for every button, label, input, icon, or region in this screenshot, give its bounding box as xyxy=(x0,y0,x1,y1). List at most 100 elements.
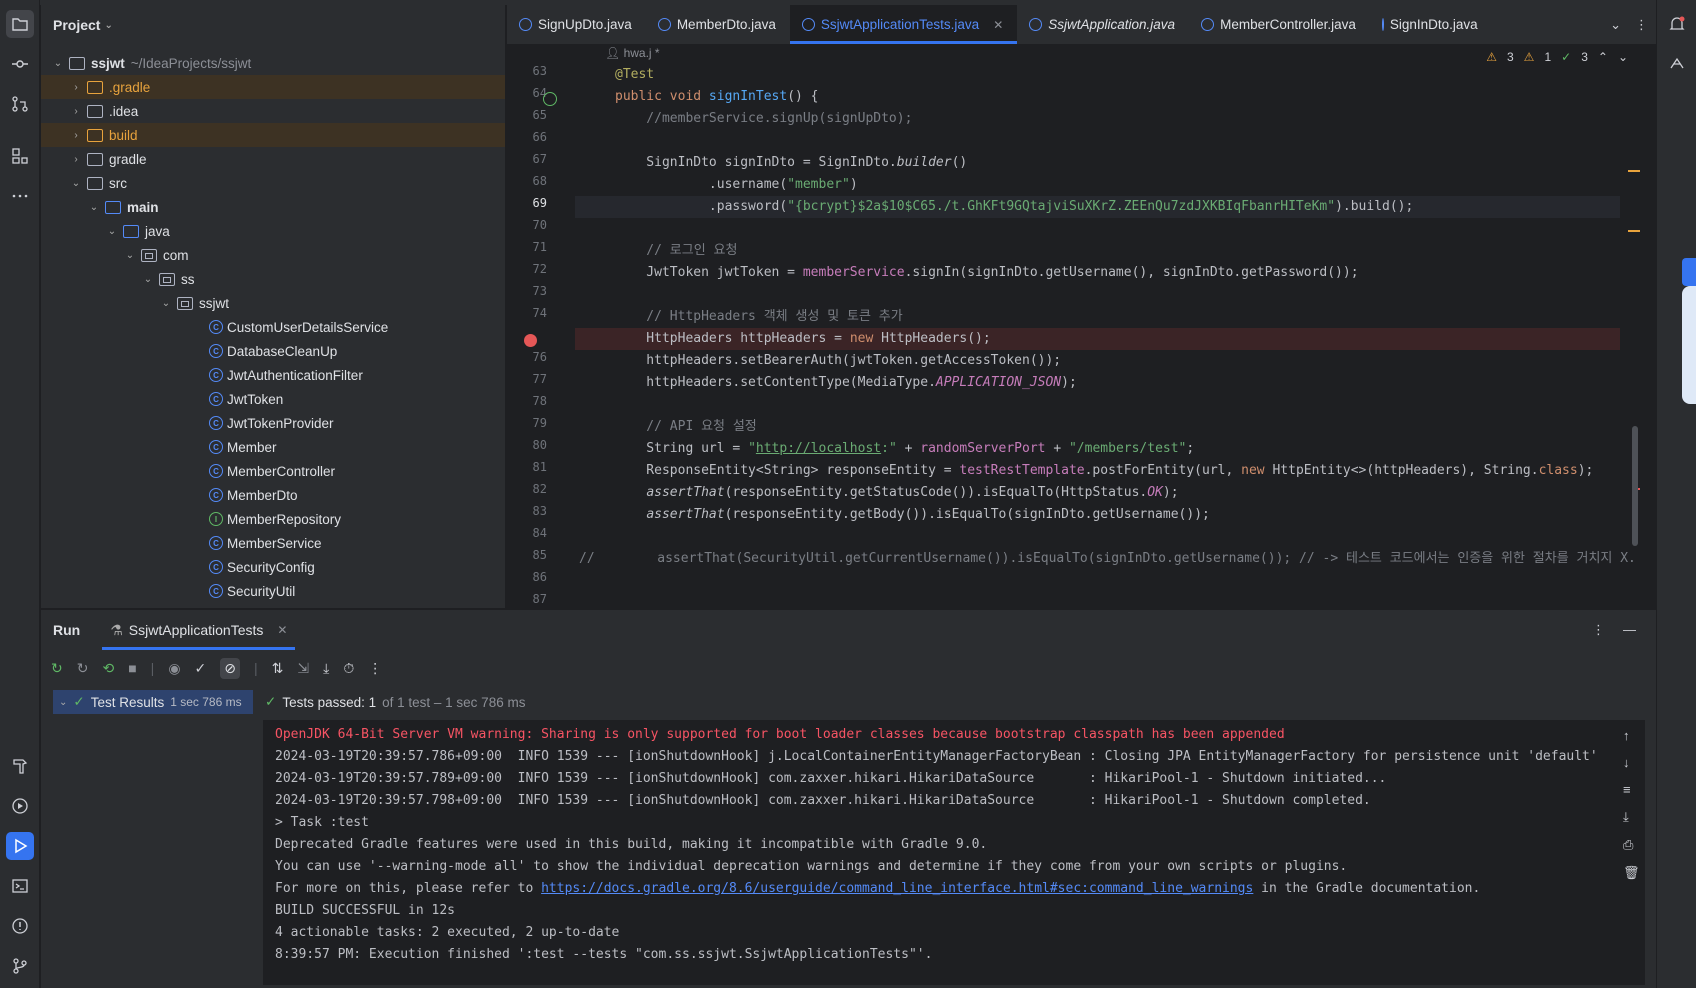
git-branch-icon[interactable] xyxy=(6,952,34,980)
module-path: ~/IdeaProjects/ssjwt xyxy=(130,55,252,71)
editor-tab[interactable]: SignUpDto.java xyxy=(507,5,646,44)
tree-row-class[interactable]: C MemberController xyxy=(41,459,505,483)
chevron-down-icon[interactable]: ⌄ xyxy=(69,178,83,189)
tree-row-package[interactable]: ⌄ ss xyxy=(41,267,505,291)
trash-icon[interactable]: 🗑︎ xyxy=(1623,865,1640,881)
arrow-down-icon[interactable]: ↓ xyxy=(1623,755,1640,770)
test-results-row[interactable]: ⌄ ✓ Test Results 1 sec 786 ms xyxy=(53,690,253,714)
chevron-down-icon[interactable]: ⌄ xyxy=(141,274,155,285)
export-icon[interactable]: ⤓ xyxy=(323,660,329,677)
tree-row-class[interactable]: C MemberService xyxy=(41,531,505,555)
tree-row-class[interactable]: C MemberDto xyxy=(41,483,505,507)
editor-tab[interactable]: MemberController.java xyxy=(1189,5,1370,44)
class-icon xyxy=(1201,18,1215,31)
rerun-failed-icon[interactable]: ↻ xyxy=(77,660,89,677)
stop-icon[interactable]: ■ xyxy=(128,660,136,676)
console-output[interactable]: OpenJDK 64-Bit Server VM warning: Sharin… xyxy=(263,720,1645,985)
editor-tab[interactable]: SignInDto.java xyxy=(1370,5,1490,44)
run-tool-icon[interactable] xyxy=(6,832,34,860)
more-vertical-icon[interactable]: ⋮ xyxy=(1635,17,1648,33)
editor-tab[interactable]: SsjwtApplication.java xyxy=(1017,5,1189,44)
code-line: // HttpHeaders 객체 생성 및 토큰 추가 xyxy=(615,309,903,324)
tree-row-folder[interactable]: › gradle xyxy=(41,147,505,171)
chevron-right-icon[interactable]: › xyxy=(69,154,83,165)
project-tool-folder-icon[interactable] xyxy=(6,10,34,38)
ai-assistant-icon[interactable] xyxy=(1663,50,1691,78)
problems-icon[interactable] xyxy=(6,912,34,940)
code-area[interactable]: @Test public void signInTest() { //membe… xyxy=(575,46,1636,608)
tree-row-interface[interactable]: I MemberRepository xyxy=(41,507,505,531)
chevron-down-icon[interactable]: ⌄ xyxy=(104,20,112,31)
tree-row-class[interactable]: C JwtToken xyxy=(41,387,505,411)
show-passed-check-icon[interactable]: ✓ xyxy=(195,660,207,677)
commit-tool-icon[interactable] xyxy=(6,50,34,78)
tree-row-class[interactable]: C DatabaseCleanUp xyxy=(41,339,505,363)
rerun-automatically-icon[interactable]: ⟲ xyxy=(102,660,114,677)
tree-row-folder[interactable]: › .idea xyxy=(41,99,505,123)
close-tab-icon[interactable]: ✕ xyxy=(993,18,1003,32)
run-config-tab[interactable]: ⚗ SsjwtApplicationTests ✕ xyxy=(102,610,296,650)
console-line: You can use '--warning-mode all' to show… xyxy=(275,859,1348,874)
tree-row-class[interactable]: C SecurityConfig xyxy=(41,555,505,579)
class-icon: C xyxy=(209,344,223,358)
eye-icon[interactable]: ◉ xyxy=(168,660,180,677)
warning-stripe-marker[interactable] xyxy=(1628,230,1640,232)
line-number: 65 xyxy=(532,108,547,122)
soft-wrap-icon[interactable]: ≡ xyxy=(1623,782,1640,797)
editor-scrollbar[interactable] xyxy=(1632,426,1638,546)
tree-row-class[interactable]: C JwtAuthenticationFilter xyxy=(41,363,505,387)
run-test-gutter-icon[interactable] xyxy=(543,92,557,106)
tree-row-package[interactable]: ⌄ ssjwt xyxy=(41,291,505,315)
chevron-down-icon[interactable]: ⌄ xyxy=(123,250,137,261)
chevron-right-icon[interactable]: › xyxy=(69,106,83,117)
chevron-down-icon[interactable]: ⌄ xyxy=(51,58,65,69)
show-ignored-icon[interactable]: ⊘ xyxy=(220,657,240,679)
history-clock-icon[interactable]: ⏱ xyxy=(343,660,354,677)
tree-row-class[interactable]: C JwtTokenProvider xyxy=(41,411,505,435)
minimize-icon[interactable]: — xyxy=(1623,622,1636,638)
tree-row-folder[interactable]: ⌄ java xyxy=(41,219,505,243)
tree-row-class[interactable]: C SecurityUtil xyxy=(41,579,505,603)
tree-row-folder[interactable]: ⌄ src xyxy=(41,171,505,195)
warning-stripe-marker[interactable] xyxy=(1628,170,1640,172)
chevron-down-icon[interactable]: ⌄ xyxy=(105,226,119,237)
tree-row-class[interactable]: C CustomUserDetailsService xyxy=(41,315,505,339)
tree-row-module[interactable]: ⌄ ssjwt ~/IdeaProjects/ssjwt xyxy=(41,51,505,75)
editor-tab[interactable]: MemberDto.java xyxy=(646,5,790,44)
structure-icon[interactable] xyxy=(6,142,34,170)
chevron-down-icon[interactable]: ⌄ xyxy=(1610,17,1621,33)
print-icon[interactable]: ⎙ xyxy=(1623,837,1640,853)
editor-tab-active[interactable]: SsjwtApplicationTests.java ✕ xyxy=(789,5,1018,44)
tree-label: main xyxy=(127,199,159,215)
tree-row-package[interactable]: ⌄ com xyxy=(41,243,505,267)
tree-row-class[interactable]: C Member xyxy=(41,435,505,459)
chevron-right-icon[interactable]: › xyxy=(69,82,83,93)
rerun-icon[interactable]: ↻ xyxy=(51,660,63,677)
more-tools-icon[interactable] xyxy=(6,182,34,210)
scroll-to-end-icon[interactable]: ⤓ xyxy=(1623,809,1640,825)
chevron-right-icon[interactable]: › xyxy=(69,130,83,141)
more-vertical-icon[interactable]: ⋮ xyxy=(1592,622,1605,638)
project-header[interactable]: Project ⌄ xyxy=(41,5,505,45)
code-editor[interactable]: 👤︎ hwa.j * ⚠ 3 ⚠ 1 ✓ 3 ⌃ ⌄ 63 64 65 66 67 6… xyxy=(507,46,1640,608)
breakpoint-icon[interactable] xyxy=(524,334,537,347)
services-icon[interactable] xyxy=(6,792,34,820)
notifications-bell-icon[interactable] xyxy=(1663,10,1691,38)
chevron-down-icon[interactable]: ⌄ xyxy=(159,298,173,309)
docs-link[interactable]: https://docs.gradle.org/8.6/userguide/co… xyxy=(541,881,1253,896)
arrow-up-icon[interactable]: ↑ xyxy=(1623,728,1640,743)
editor-gutter[interactable]: 63 64 65 66 67 68 69 70 71 72 73 74 75 7… xyxy=(507,46,594,608)
tree-row-folder[interactable]: ⌄ main xyxy=(41,195,505,219)
more-vertical-icon[interactable]: ⋮ xyxy=(368,660,382,677)
close-tab-icon[interactable]: ✕ xyxy=(277,623,287,637)
tree-row-folder[interactable]: › .gradle xyxy=(41,75,505,99)
chevron-down-icon[interactable]: ⌄ xyxy=(87,202,101,213)
terminal-icon[interactable] xyxy=(6,872,34,900)
pull-requests-icon[interactable] xyxy=(6,90,34,118)
import-tests-icon[interactable]: ⇲ xyxy=(297,660,309,677)
tree-row-folder[interactable]: › build xyxy=(41,123,505,147)
chevron-down-icon[interactable]: ⌄ xyxy=(59,697,67,708)
build-hammer-icon[interactable] xyxy=(6,752,34,780)
line-number: 85 xyxy=(532,548,547,562)
sort-icon[interactable]: ⇅ xyxy=(272,660,284,677)
